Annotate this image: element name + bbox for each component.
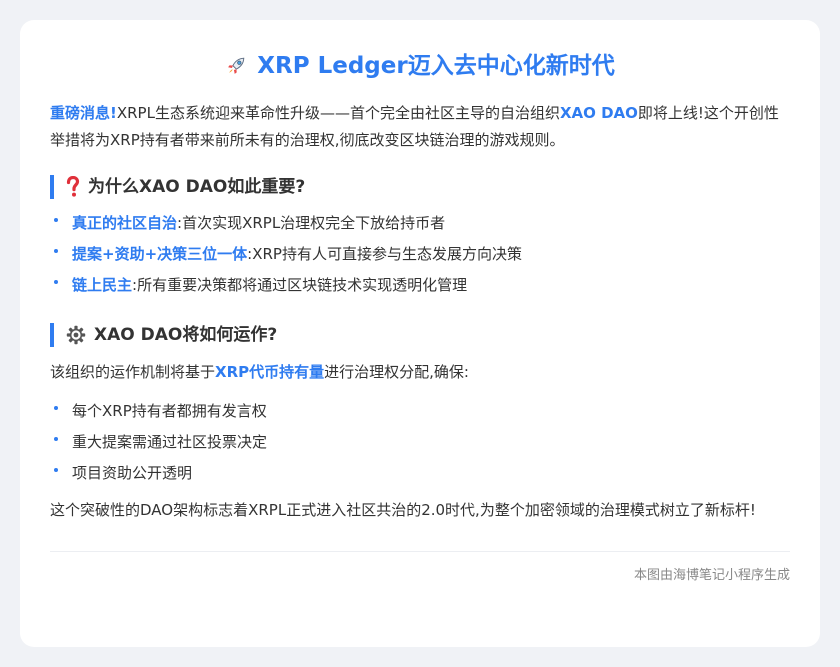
list-item-text: :所有重要决策都将通过区块链技术实现透明化管理 bbox=[132, 276, 468, 294]
closing-paragraph: 这个突破性的DAO架构标志着XRPL正式进入社区共治的2.0时代,为整个加密领域… bbox=[50, 501, 756, 519]
list-item-text: :XRP持有人可直接参与生态发展方向决策 bbox=[247, 245, 522, 263]
mechanism-text-1: 该组织的运作机制将基于 bbox=[50, 363, 216, 381]
question-mark-icon bbox=[66, 176, 80, 197]
list-item: 真正的社区自治:首次实现XRPL治理权完全下放给持币者 bbox=[50, 208, 790, 239]
section-heading-why-text: 为什么XAO DAO如此重要? bbox=[88, 177, 306, 197]
section-heading-why: 为什么XAO DAO如此重要? bbox=[50, 175, 790, 199]
list-item-label: 真正的社区自治 bbox=[72, 214, 178, 232]
article-card: XRP Ledger迈入去中心化新时代 重磅消息!XRPL生态系统迎来革命性升级… bbox=[20, 20, 820, 647]
section-heading-how-text: XAO DAO将如何运作? bbox=[94, 325, 278, 345]
mechanism-text-2: 进行治理权分配,确保: bbox=[324, 363, 469, 381]
list-item: 每个XRP持有者都拥有发言权 bbox=[50, 396, 790, 427]
list-item-label: 链上民主 bbox=[72, 276, 133, 294]
rocket-icon bbox=[228, 57, 245, 74]
intro-paragraph: 重磅消息!XRPL生态系统迎来革命性升级——首个完全由社区主导的自治组织XAO … bbox=[50, 100, 790, 154]
intro-text-1: XRPL生态系统迎来革命性升级——首个完全由社区主导的自治组织 bbox=[116, 104, 560, 122]
list-item: 项目资助公开透明 bbox=[50, 458, 790, 489]
mechanism-paragraph: 该组织的运作机制将基于XRP代币持有量进行治理权分配,确保: bbox=[50, 359, 790, 386]
article-title-text: XRP Ledger迈入去中心化新时代 bbox=[257, 53, 615, 79]
list-item: 链上民主:所有重要决策都将通过区块链技术实现透明化管理 bbox=[50, 270, 790, 301]
why-list: 真正的社区自治:首次实现XRPL治理权完全下放给持币者 提案+资助+决策三位一体… bbox=[50, 208, 790, 301]
gear-icon bbox=[66, 325, 86, 345]
list-item-label: 提案+资助+决策三位一体 bbox=[72, 245, 248, 263]
intro-lead: 重磅消息! bbox=[50, 104, 117, 122]
footer-credit: 本图由海博笔记小程序生成 bbox=[633, 568, 790, 583]
how-list: 每个XRP持有者都拥有发言权 重大提案需通过社区投票决定 项目资助公开透明 bbox=[50, 396, 790, 489]
mechanism-highlight: XRP代币持有量 bbox=[215, 363, 325, 381]
list-item-text: :首次实现XRPL治理权完全下放给持币者 bbox=[177, 214, 446, 232]
footer-divider bbox=[50, 551, 790, 552]
article-title: XRP Ledger迈入去中心化新时代 bbox=[50, 50, 790, 82]
intro-org-name: XAO DAO bbox=[559, 104, 638, 122]
list-item: 重大提案需通过社区投票决定 bbox=[50, 427, 790, 458]
section-heading-how: XAO DAO将如何运作? bbox=[50, 323, 790, 347]
list-item: 提案+资助+决策三位一体:XRP持有人可直接参与生态发展方向决策 bbox=[50, 239, 790, 270]
